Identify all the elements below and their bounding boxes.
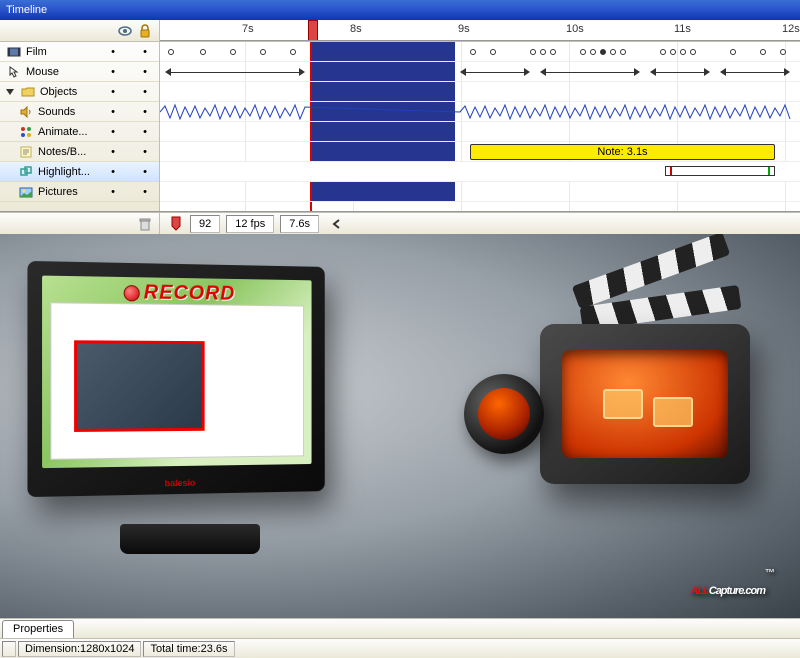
lane-animate[interactable] <box>160 122 800 142</box>
capture-frame <box>74 340 205 432</box>
track-visibility-dot[interactable]: • <box>99 146 127 158</box>
track-highlight[interactable]: Highlight... • • <box>0 162 159 182</box>
eye-icon[interactable] <box>117 23 133 39</box>
track-label: Mouse <box>26 66 95 78</box>
highlight-clip[interactable] <box>665 166 775 176</box>
note-clip-label: Note: 3.1s <box>597 146 647 158</box>
brand-rest: Capture.com <box>709 585 765 597</box>
track-lock-dot[interactable]: • <box>131 126 159 138</box>
track-pictures[interactable]: Pictures • • <box>0 182 159 202</box>
marker-icon[interactable] <box>168 216 184 232</box>
lane-notes[interactable]: Note: 3.1s <box>160 142 800 162</box>
folder-icon <box>20 84 36 100</box>
timeline-status-left <box>0 213 160 234</box>
hero-promo: RECORD balesio ALLCapture.com™ <box>0 234 800 618</box>
track-visibility-dot[interactable]: • <box>99 106 127 118</box>
ruler-tick-label: 7s <box>242 23 254 35</box>
track-lock-dot[interactable]: • <box>131 166 159 178</box>
track-label: Pictures <box>38 186 95 198</box>
camera-graphic <box>460 274 750 514</box>
tracks-area: Film • • Mouse • • Objects • • Sounds • … <box>0 42 800 212</box>
track-notes[interactable]: Notes/B... • • <box>0 142 159 162</box>
ruler-tick-label: 11s <box>674 23 691 35</box>
lane-pictures[interactable] <box>160 182 800 202</box>
pictures-icon <box>18 184 34 200</box>
statusbar-grip <box>2 641 16 657</box>
track-visibility-dot[interactable]: • <box>99 186 127 198</box>
bottom-tabs: Properties <box>0 618 800 638</box>
track-lock-dot[interactable]: • <box>131 186 159 198</box>
ruler-tick-label: 12s <box>782 23 800 35</box>
tracks-header <box>0 20 160 41</box>
fps-display: 12 fps <box>226 215 274 233</box>
lane-sounds[interactable] <box>160 102 800 122</box>
track-lock-dot[interactable]: • <box>131 46 159 58</box>
highlight-icon <box>18 164 34 180</box>
monitor-graphic: RECORD balesio <box>30 264 350 554</box>
expand-toggle-icon[interactable] <box>6 89 14 95</box>
animate-icon <box>18 124 34 140</box>
track-visibility-dot[interactable]: • <box>99 46 127 58</box>
monitor-brand-text: balesio <box>165 478 196 489</box>
track-label: Animate... <box>38 126 95 138</box>
frame-counter: 92 <box>190 215 220 233</box>
track-label: Notes/B... <box>38 146 95 158</box>
lane-objects[interactable] <box>160 82 800 102</box>
lock-icon[interactable] <box>137 23 153 39</box>
mouse-icon <box>6 64 22 80</box>
track-film[interactable]: Film • • <box>0 42 159 62</box>
timeline-status-row: 92 12 fps 7.6s <box>0 212 800 234</box>
tracks-canvas[interactable]: Note: 3.1s <box>160 42 800 211</box>
track-label: Sounds <box>38 106 95 118</box>
track-lock-dot[interactable]: • <box>131 146 159 158</box>
track-label: Objects <box>40 86 95 98</box>
time-display: 7.6s <box>280 215 319 233</box>
lane-film[interactable] <box>160 42 800 62</box>
window-title: Timeline <box>6 4 47 16</box>
track-mouse[interactable]: Mouse • • <box>0 62 159 82</box>
ruler-tick-label: 9s <box>458 23 470 35</box>
track-visibility-dot[interactable]: • <box>99 86 127 98</box>
track-visibility-dot[interactable]: • <box>99 166 127 178</box>
track-lock-dot[interactable]: • <box>131 66 159 78</box>
record-label-badge: RECORD <box>124 281 236 306</box>
bottom-statusbar: Dimension:1280x1024 Total time:23.6s <box>0 638 800 658</box>
trash-icon[interactable] <box>137 216 153 232</box>
track-lock-dot[interactable]: • <box>131 106 159 118</box>
notes-icon <box>18 144 34 160</box>
browser-mock <box>50 302 304 460</box>
brand-all: ALL <box>690 585 708 597</box>
note-clip[interactable]: Note: 3.1s <box>470 144 775 160</box>
sound-icon <box>18 104 34 120</box>
track-visibility-dot[interactable]: • <box>99 66 127 78</box>
tracks-labels: Film • • Mouse • • Objects • • Sounds • … <box>0 42 160 211</box>
track-lock-dot[interactable]: • <box>131 86 159 98</box>
track-sounds[interactable]: Sounds • • <box>0 102 159 122</box>
track-label: Highlight... <box>38 166 95 178</box>
tab-properties[interactable]: Properties <box>2 620 74 638</box>
titlebar: Timeline <box>0 0 800 20</box>
ruler-tick-label: 10s <box>566 23 584 35</box>
ruler-tick-label: 8s <box>350 23 362 35</box>
monitor-base <box>120 524 260 554</box>
timeline-ruler-row: 7s 8s 9s 10s 11s 12s <box>0 20 800 42</box>
brand-tm: ™ <box>765 568 774 579</box>
track-label: Film <box>26 46 95 58</box>
film-icon <box>6 44 22 60</box>
playhead-marker[interactable] <box>308 20 318 41</box>
lane-highlight[interactable] <box>160 162 800 182</box>
track-visibility-dot[interactable]: • <box>99 126 127 138</box>
track-objects[interactable]: Objects • • <box>0 82 159 102</box>
record-text: RECORD <box>144 281 235 305</box>
record-dot-icon <box>124 285 140 301</box>
brand-logo-text: ALLCapture.com™ <box>690 568 774 602</box>
statusbar-dimension: Dimension:1280x1024 <box>18 641 141 657</box>
lane-mouse[interactable] <box>160 62 800 82</box>
scroll-left-icon[interactable] <box>329 216 345 232</box>
statusbar-totaltime: Total time:23.6s <box>143 641 234 657</box>
track-animate[interactable]: Animate... • • <box>0 122 159 142</box>
time-ruler[interactable]: 7s 8s 9s 10s 11s 12s <box>160 20 800 41</box>
